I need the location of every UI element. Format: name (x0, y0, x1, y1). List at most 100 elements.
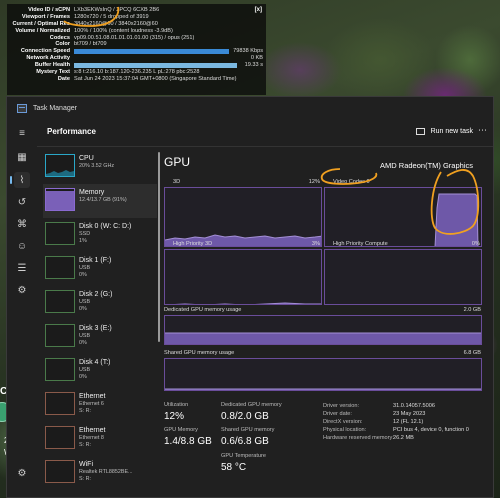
task-manager-icon (17, 103, 27, 113)
device-thumbnail (45, 256, 75, 279)
device-name: Disk 0 (W: C: D:) (79, 223, 132, 230)
device-item-memory[interactable]: Memory 12.4/13.7 GB (91%) (43, 184, 157, 218)
engine-graph-high-priority-compute[interactable] (324, 249, 482, 305)
engine-pct-3d: 12% (308, 179, 320, 185)
stat-row: Connection Speed 79838 Kbps (10, 48, 263, 55)
stat-value: s:8 t:216.10 b:187.120-236.235 L pL:278 … (74, 69, 200, 76)
stat-label: Viewport / Frames (21, 13, 70, 20)
stat-bar-text: 79838 Kbps (233, 48, 263, 55)
engine-graph-video-codec[interactable] (324, 187, 482, 247)
device-detail: USB (79, 265, 91, 271)
device-name: WiFi (79, 461, 93, 468)
device-item-cpu[interactable]: CPU 20% 3.52 GHz (43, 150, 157, 184)
device-thumbnail (45, 290, 75, 313)
device-name: CPU (79, 155, 94, 162)
device-usage: 1% (79, 237, 87, 244)
engine-label-video-codec: Video Codec 0 (333, 179, 370, 185)
startup-icon[interactable]: ⌘ (14, 216, 30, 232)
device-detail: USB (79, 299, 91, 305)
gpu-temperature-label: GPU Temperature (221, 453, 266, 459)
device-item-disk[interactable]: Disk 1 (F:) USB 0% (43, 252, 157, 286)
page-title: Performance (47, 127, 96, 136)
driver-value: 12 (FL 12.1) (393, 419, 424, 425)
dedicated-memory-graph[interactable] (164, 315, 482, 345)
services-icon[interactable]: ⚙ (14, 282, 30, 298)
dedicated-gpu-memory-label: Dedicated GPU memory (221, 402, 282, 408)
performance-icon[interactable]: ⌇ (10, 172, 30, 188)
device-item-disk[interactable]: Disk 3 (E:) USB 0% (43, 320, 157, 354)
engine-label-3d: 3D (173, 179, 181, 185)
header-divider (37, 146, 493, 147)
device-thumbnail (45, 324, 75, 347)
stat-value: 19.33 s (74, 62, 263, 69)
driver-key: Hardware reserved memory: (323, 435, 394, 441)
shared-memory-max: 6.8 GB (463, 350, 481, 356)
users-icon[interactable]: ☺ (14, 238, 30, 254)
stat-value: 3840x2160@60 / 3840x2160@60 (74, 20, 158, 27)
more-options-button[interactable]: ⋯ (478, 125, 487, 136)
stat-label: Volume / Normalized (15, 27, 70, 34)
window-title: Task Manager (33, 104, 77, 112)
stat-value: LXb3EKWsInQ / 2PCQ 6CXB 2B6 (74, 7, 160, 13)
device-thumbnail (45, 358, 75, 381)
device-name: Memory (79, 189, 105, 196)
stat-label: Color (55, 41, 70, 48)
details-icon[interactable]: ☰ (14, 260, 30, 276)
stat-bar-fill (74, 49, 230, 55)
engine-graph-3d[interactable] (164, 187, 322, 247)
run-new-task-button[interactable]: Run new task (415, 128, 473, 135)
stat-label: Buffer Health (34, 62, 70, 69)
stat-value: 79838 Kbps (74, 48, 263, 55)
device-thumbnail (45, 460, 75, 483)
stat-row: Date Sat Jun 24 2023 15:37:04 GMT+0800 (S… (10, 76, 263, 83)
device-item-disk[interactable]: Disk 0 (W: C: D:) SSD 1% (43, 218, 157, 252)
device-detail: Ethernet 8 (79, 435, 104, 441)
stat-label: Mystery Text (36, 69, 70, 76)
stat-label: Current / Optimal Res (12, 20, 70, 27)
stat-row: Viewport / Frames 1280x720 / 5 dropped of… (10, 14, 263, 21)
task-manager-window: Task Manager ≡ ▦ ⌇ ↺ ⌘ ☺ ☰ ⚙ ⚙ Performance Run n… (6, 96, 494, 498)
title-bar[interactable]: Task Manager (7, 97, 493, 119)
device-usage: S: R: (79, 407, 91, 414)
gpu-memory-label: GPU Memory (164, 427, 198, 433)
stats-for-nerds-panel: [x] Video ID / sCPN LXb3EKWsInQ / 2PCQ 6C… (7, 4, 266, 95)
close-stats-button[interactable]: [x] (255, 7, 262, 14)
device-detail: Realtek RTL8852BE... (79, 469, 133, 475)
device-detail: Ethernet 6 (79, 401, 104, 407)
processes-icon[interactable]: ▦ (14, 149, 30, 165)
device-name: Ethernet (79, 427, 106, 434)
gpu-temperature-value: 58 °C (221, 462, 247, 473)
engine-graph-high-priority-3d[interactable] (164, 249, 322, 305)
stat-value: 0 KB (74, 55, 263, 62)
stat-value: Sat Jun 24 2023 15:37:04 GMT+0800 (Singa… (74, 75, 237, 82)
shared-gpu-memory-value: 0.6/6.8 GB (221, 436, 269, 447)
device-item-net[interactable]: WiFi Realtek RTL8852BE... S: R: (43, 456, 157, 490)
engine-label-high-priority-compute: High Priority Compute (333, 241, 388, 247)
device-usage: 0% (79, 339, 87, 346)
driver-key: DirectX version: (323, 419, 363, 425)
device-name: Disk 3 (E:) (79, 325, 112, 332)
device-item-disk[interactable]: Disk 4 (T:) USB 0% (43, 354, 157, 388)
device-detail: SSD (79, 231, 91, 237)
device-thumbnail (45, 222, 75, 245)
driver-value: 31.0.14057.5006 (393, 403, 435, 409)
hamburger-icon[interactable]: ≡ (14, 125, 30, 141)
engine-label-high-priority-3d: High Priority 3D (173, 241, 213, 247)
device-list-scrollbar[interactable] (158, 152, 160, 342)
settings-icon[interactable]: ⚙ (14, 465, 30, 481)
device-item-net[interactable]: Ethernet Ethernet 6 S: R: (43, 388, 157, 422)
device-item-disk[interactable]: Disk 2 (G:) USB 0% (43, 286, 157, 320)
stat-label: Codecs (49, 34, 70, 41)
device-name: Disk 2 (G:) (79, 291, 113, 298)
device-usage: 0% (79, 305, 87, 312)
stat-row: Video ID / sCPN LXb3EKWsInQ / 2PCQ 6CXB 2… (10, 7, 263, 14)
shared-memory-graph[interactable] (164, 358, 482, 391)
device-thumbnail (45, 426, 75, 449)
device-thumbnail (45, 392, 75, 415)
stat-row: Codecs vp09.00.51.08.01.01.01.01.00 (315)… (10, 35, 263, 42)
driver-key: Physical location: (323, 427, 367, 433)
stat-label: Date (57, 75, 70, 82)
device-item-net[interactable]: Ethernet Ethernet 8 S: R: (43, 422, 157, 456)
history-icon[interactable]: ↺ (14, 194, 30, 210)
dedicated-gpu-memory-value: 0.8/2.0 GB (221, 411, 269, 422)
